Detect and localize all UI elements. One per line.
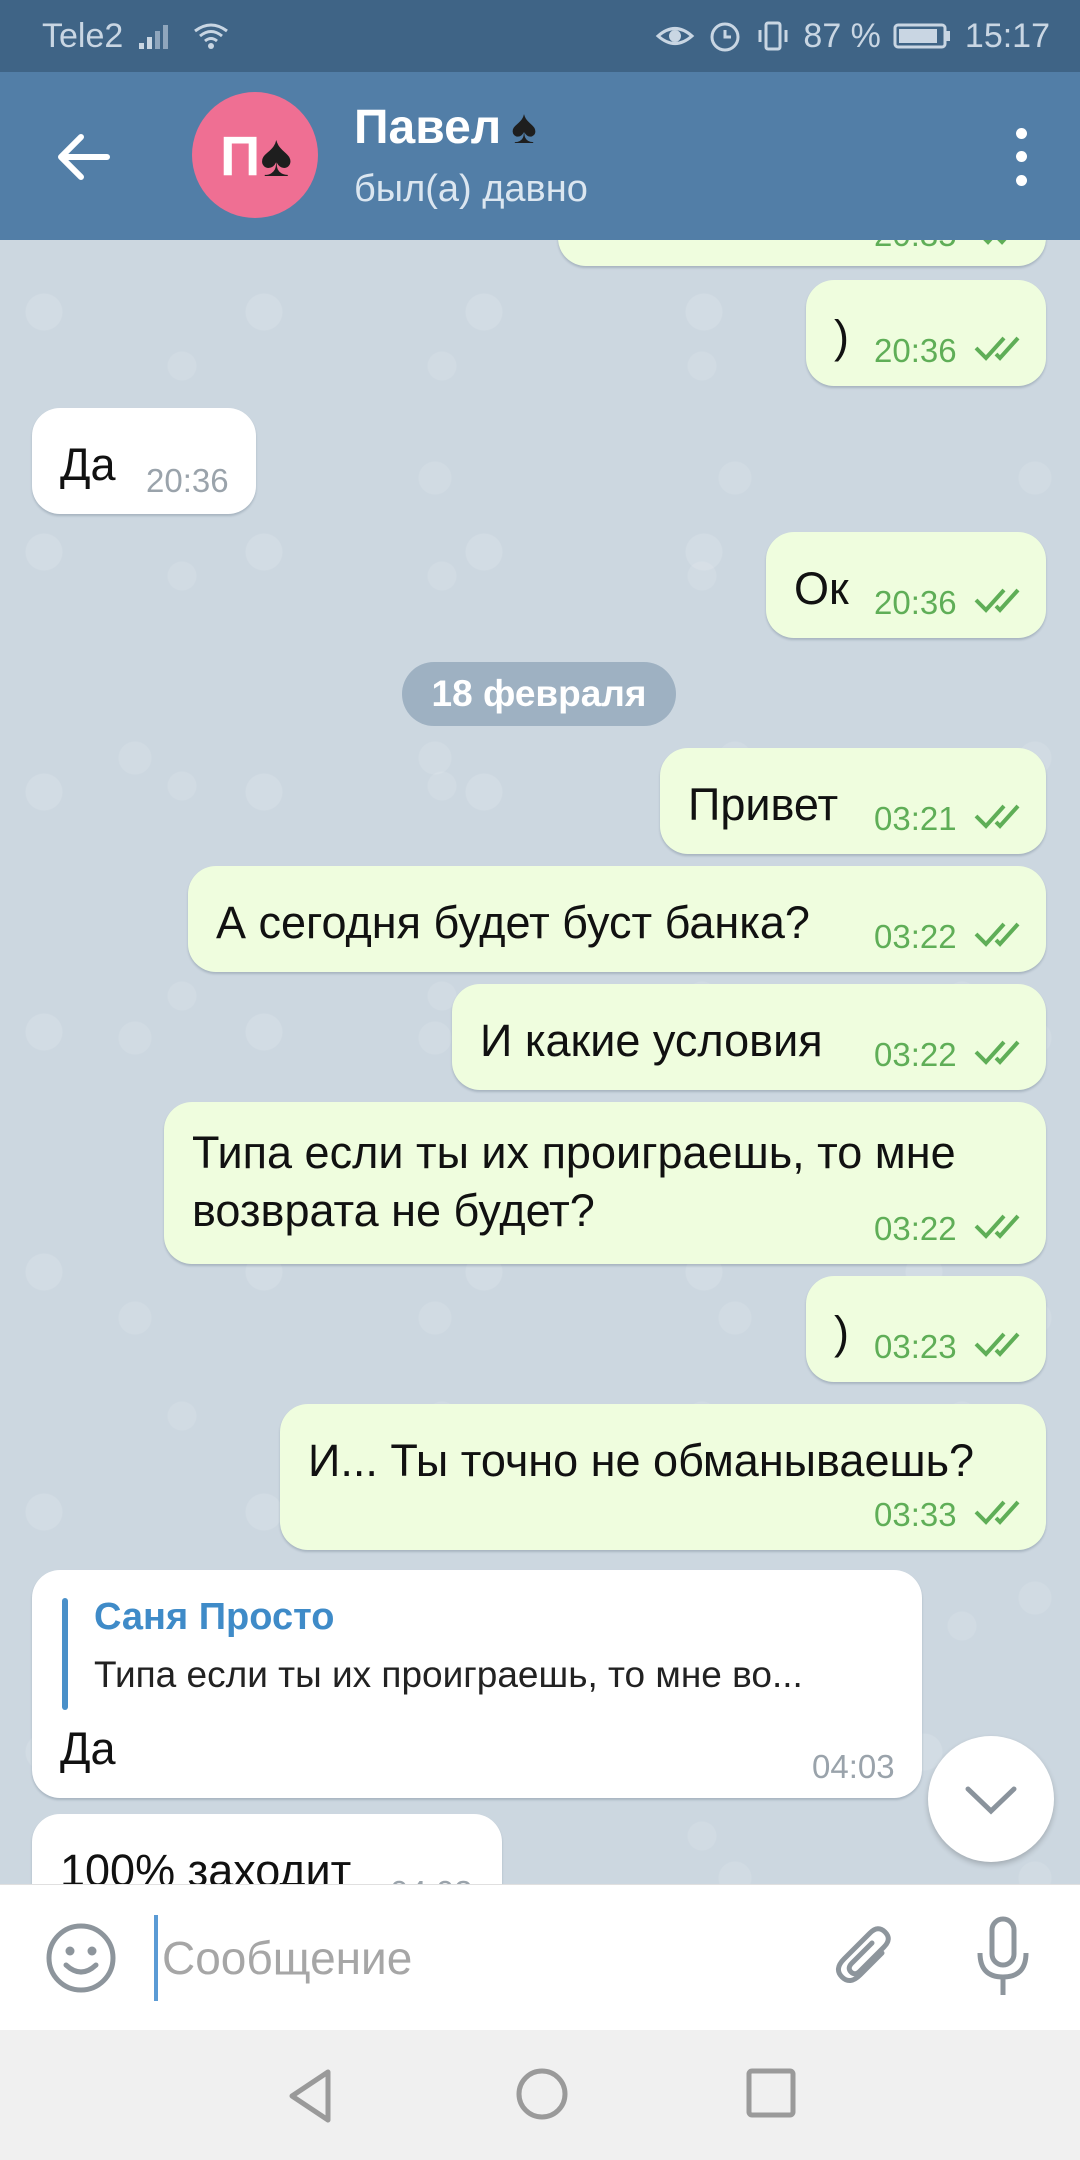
double-check-icon <box>974 1500 1020 1525</box>
message-bubble-outgoing[interactable]: Ок 20:36 <box>766 532 1046 638</box>
message-text: Привет <box>688 779 839 830</box>
double-check-icon <box>974 1332 1020 1357</box>
arrow-left-icon <box>58 134 110 180</box>
message-bubble-incoming-reply[interactable]: Саня Просто Типа если ты их проиграешь, … <box>32 1570 922 1798</box>
paperclip-icon[interactable] <box>830 1923 900 1993</box>
message-bubble-outgoing[interactable]: Привет 03:21 <box>660 748 1046 854</box>
avatar-letter: П <box>219 123 260 187</box>
message-composer <box>0 1884 1080 2030</box>
message-time: 20:36 <box>146 462 229 499</box>
chat-title[interactable]: Павел ♠ <box>354 100 537 155</box>
spade-icon: ♠ <box>511 101 537 154</box>
message-text: Ок <box>794 563 849 614</box>
avatar[interactable]: П ♠ <box>192 92 318 218</box>
message-bubble-outgoing[interactable]: И какие условия 03:22 <box>452 984 1046 1090</box>
message-time: 03:22 <box>874 1036 957 1073</box>
message-bubble-outgoing[interactable]: ) 03:23 <box>806 1276 1046 1382</box>
double-check-icon <box>974 588 1020 613</box>
system-navigation-bar <box>0 2030 1080 2160</box>
message-time: 20:35 <box>874 240 957 254</box>
message-text: И какие условия <box>480 1015 823 1066</box>
clock: 15:17 <box>964 16 1050 55</box>
back-button[interactable] <box>50 124 116 190</box>
status-bar: Tele2 87 % 15:17 <box>0 0 1080 72</box>
vibrate-icon <box>755 18 791 54</box>
message-list[interactable]: 20:35 ) 20:36 Да 20:36 Ок 20:36 18 февра… <box>0 240 1080 1884</box>
battery-percent: 87 % <box>803 16 881 55</box>
message-time: 04:03 <box>390 1874 473 1884</box>
message-time: 04:03 <box>812 1748 895 1785</box>
reply-quote-bar <box>62 1598 68 1710</box>
contact-name: Павел <box>354 101 502 154</box>
chevron-down-icon <box>965 1786 1017 1815</box>
chat-header: П ♠ Павел ♠ был(а) давно <box>0 72 1080 240</box>
message-bubble-outgoing[interactable]: ) 20:36 <box>806 280 1046 386</box>
dot <box>1015 151 1027 163</box>
double-check-icon <box>983 240 1007 245</box>
nav-home-icon[interactable] <box>514 2066 570 2122</box>
nav-back-icon[interactable] <box>282 2066 342 2126</box>
message-bubble-incoming[interactable]: Да 20:36 <box>32 408 256 514</box>
message-text-line-1: Типа если ты их проиграешь, то мне <box>192 1127 956 1178</box>
carrier-label: Tele2 <box>42 16 124 55</box>
double-check-icon <box>974 336 1020 361</box>
message-time: 20:36 <box>874 584 957 621</box>
message-bubble-incoming[interactable]: 100% заходит 04:03 <box>32 1814 502 1884</box>
alarm-icon <box>707 18 743 54</box>
double-check-icon <box>974 1214 1020 1239</box>
dot <box>1015 174 1027 186</box>
more-menu-button[interactable] <box>1006 122 1036 192</box>
message-bubble-outgoing[interactable]: Типа если ты их проиграешь, то мне возвр… <box>164 1102 1046 1264</box>
date-separator: 18 февраля <box>402 662 676 726</box>
reply-author[interactable]: Саня Просто <box>94 1596 334 1639</box>
message-time: 20:36 <box>874 332 957 369</box>
microphone-icon[interactable] <box>968 1915 1038 2001</box>
message-text: Да <box>60 1723 116 1774</box>
double-check-icon <box>974 804 1020 829</box>
message-time: 03:33 <box>874 1496 957 1533</box>
nav-recents-icon[interactable] <box>744 2066 798 2120</box>
scroll-to-bottom-button[interactable] <box>928 1736 1054 1862</box>
dot <box>1015 128 1027 140</box>
spade-icon: ♠ <box>260 121 292 189</box>
message-text: ) <box>834 1307 849 1358</box>
eye-icon <box>655 21 695 51</box>
message-time: 03:22 <box>874 1210 957 1247</box>
message-time: 03:22 <box>874 918 957 955</box>
message-time: 03:21 <box>874 800 957 837</box>
message-time: 03:23 <box>874 1328 957 1365</box>
signal-icon <box>137 21 177 51</box>
double-check-icon <box>974 922 1020 947</box>
last-seen-status: был(а) давно <box>354 168 588 210</box>
battery-icon <box>893 21 953 51</box>
wifi-icon <box>191 21 231 51</box>
message-text-line-2: возврата не будет? <box>192 1185 595 1236</box>
message-text: ) <box>834 311 849 362</box>
message-bubble-outgoing[interactable]: И... Ты точно не обманываешь? 03:33 <box>280 1404 1046 1550</box>
double-check-icon <box>974 1040 1020 1065</box>
message-text: И... Ты точно не обманываешь? <box>308 1435 975 1486</box>
message-text: А сегодня будет буст банка? <box>216 897 810 948</box>
message-text: 100% заходит <box>60 1845 352 1884</box>
message-bubble-outgoing[interactable]: А сегодня будет буст банка? 03:22 <box>188 866 1046 972</box>
reply-preview[interactable]: Типа если ты их проиграешь, то мне во... <box>94 1654 803 1696</box>
message-bubble-outgoing[interactable]: 20:35 <box>558 240 1046 266</box>
message-text: Да <box>60 439 116 490</box>
emoji-icon[interactable] <box>44 1921 118 1995</box>
message-input[interactable] <box>154 1915 794 2001</box>
